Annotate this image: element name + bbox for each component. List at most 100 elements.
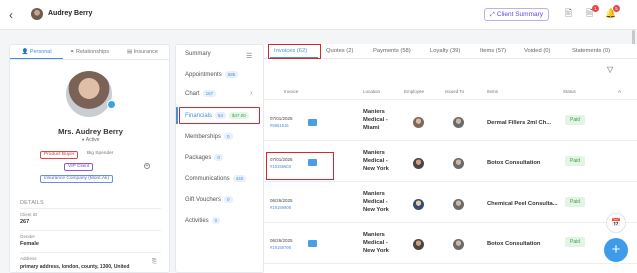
nav-chart-label: Chart: [185, 91, 200, 97]
client-summary-button[interactable]: ⤢ Client Summary: [484, 8, 549, 21]
client-name: Audrey Berry: [48, 10, 93, 17]
nav-packages[interactable]: Packages 0: [185, 154, 223, 161]
invoice-date: 06/26/2025: [270, 238, 293, 243]
divider: [20, 252, 161, 253]
col-amount[interactable]: A: [618, 89, 621, 94]
profile-name: Mrs. Audrey Berry: [58, 127, 123, 136]
details-heading: DETAILS: [20, 200, 44, 206]
status-indicator: ● Active: [10, 137, 171, 143]
invoice-number[interactable]: #19159908: [270, 205, 291, 210]
nav-memberships[interactable]: Memberships 0: [185, 133, 233, 140]
document-icon[interactable]: 🗎 1: [584, 5, 599, 19]
divider: [264, 181, 637, 182]
nav-activities[interactable]: Activities 0: [185, 217, 221, 224]
location: Maniers Medical - Miami: [363, 108, 388, 132]
tag-vip-client[interactable]: VIP Client: [64, 163, 94, 171]
tag-product-buyer[interactable]: Product Buyer: [40, 151, 79, 159]
receipt-icon[interactable]: 🖹: [563, 8, 574, 19]
item-name: Botox Consultation: [487, 241, 541, 247]
calendar-icon[interactable]: [308, 240, 317, 247]
client-id-value: 267: [20, 219, 30, 225]
chart-count: 167: [202, 90, 217, 97]
tab-statements[interactable]: Statements (0): [572, 44, 610, 59]
employee-avatar: [413, 117, 424, 128]
document-badge: 1: [592, 5, 599, 12]
back-arrow-icon[interactable]: ‹: [9, 8, 21, 22]
gender-label: Gender: [20, 234, 36, 239]
tab-loyalty[interactable]: Loyalty (39): [430, 44, 460, 59]
grid-icon[interactable]: ☰: [246, 52, 252, 60]
address-value: primary address, london, county, 1300, U…: [20, 264, 130, 270]
nav-appointments[interactable]: Appointments 585: [185, 71, 239, 78]
col-status[interactable]: Status: [563, 89, 576, 94]
location: Maniers Medical - New York: [363, 149, 389, 173]
copy-icon[interactable]: ⎘: [152, 259, 157, 266]
financials-panel: Invoices (62) Quotes (2) Payments (58) L…: [264, 44, 637, 273]
tab-voided[interactable]: Voided (0): [524, 44, 550, 59]
nav-summary-label: Summary: [185, 51, 211, 57]
nav-activities-label: Activities: [185, 218, 209, 224]
nav-summary[interactable]: Summary: [185, 51, 211, 57]
active-indicator: [176, 107, 178, 124]
tab-insurance-label: Insurance: [133, 49, 158, 55]
col-items[interactable]: Items: [487, 89, 498, 94]
top-header: ‹ Audrey Berry ⤢ Client Summary 🖹 🗎 1 🔔 5: [0, 0, 637, 30]
client-id-label: Client ID: [20, 212, 38, 217]
issued-to-avatar: [453, 199, 464, 210]
location-line: Medical -: [363, 117, 388, 123]
tab-relationships[interactable]: ⚭ Relationships: [63, 45, 116, 59]
col-employee[interactable]: Employee: [404, 89, 424, 94]
location-line: Medical -: [363, 199, 388, 205]
location: Maniers Medical - New York: [363, 190, 389, 214]
employee-avatar: [413, 199, 424, 210]
chevron-right-icon[interactable]: ›: [250, 90, 252, 97]
add-tag-icon[interactable]: +: [144, 163, 150, 169]
invoice-number[interactable]: #5951516: [270, 123, 289, 128]
tab-payments[interactable]: Payments (58): [373, 44, 411, 59]
profile-tabs: 👤 Personal ⚭ Relationships ▤ Insurance: [10, 45, 169, 60]
filter-icon[interactable]: ▽: [607, 65, 613, 74]
invoice-date: 06/26/2025: [270, 198, 293, 203]
calendar-icon[interactable]: 📅: [606, 213, 626, 233]
nav-gift-vouchers[interactable]: Gift Vouchers 0: [185, 196, 233, 203]
issued-to-avatar: [453, 117, 464, 128]
communications-count: 440: [232, 175, 247, 182]
nav-packages-label: Packages: [185, 155, 212, 161]
tab-insurance[interactable]: ▤ Insurance: [116, 45, 169, 59]
add-button[interactable]: +: [604, 238, 628, 262]
tab-items[interactable]: Items (57): [480, 44, 506, 59]
bell-icon[interactable]: 🔔 5: [605, 5, 620, 19]
tag-insurance-company[interactable]: Insurance Company (Mont.Ak): [40, 175, 114, 183]
address-label: Address: [20, 256, 37, 261]
tag-big-spender[interactable]: Big Spender: [84, 151, 116, 159]
tab-quotes[interactable]: Quotes (2): [326, 44, 353, 59]
divider: [20, 230, 161, 231]
location-line: Medical -: [363, 240, 388, 246]
tab-personal[interactable]: 👤 Personal: [10, 45, 63, 59]
bell-badge: 5: [613, 5, 620, 12]
item-name: Botox Consultation: [487, 160, 541, 166]
status-badge: Paid: [565, 237, 585, 247]
employee-avatar: [413, 239, 424, 250]
camera-icon[interactable]: [107, 100, 116, 109]
col-issued-to[interactable]: Issued To: [445, 89, 464, 94]
nav-memberships-label: Memberships: [185, 134, 222, 140]
invoice-number[interactable]: #19159798: [270, 245, 291, 250]
issued-to-avatar: [453, 158, 464, 169]
section-nav: Summary ☰ Appointments 585 Chart 167 › Fin…: [175, 44, 264, 273]
location-line: Medical -: [363, 158, 388, 164]
status-badge: Paid: [565, 156, 585, 166]
nav-communications[interactable]: Communications 440: [185, 175, 247, 182]
scrollbar[interactable]: [632, 30, 635, 45]
calendar-icon[interactable]: [308, 119, 317, 126]
highlight-box: [266, 152, 334, 180]
nav-chart[interactable]: Chart 167: [185, 90, 217, 97]
col-location[interactable]: Location: [363, 89, 380, 94]
status-badge: Paid: [565, 197, 585, 207]
highlight-box: [179, 107, 260, 124]
location-line: Maniers: [363, 232, 385, 238]
col-invoice[interactable]: Invoice: [284, 89, 298, 94]
item-name: Dermal Fillers 2ml Ch...: [487, 120, 552, 126]
client-summary-label: Client Summary: [496, 11, 544, 18]
profile-photo[interactable]: [66, 71, 112, 117]
